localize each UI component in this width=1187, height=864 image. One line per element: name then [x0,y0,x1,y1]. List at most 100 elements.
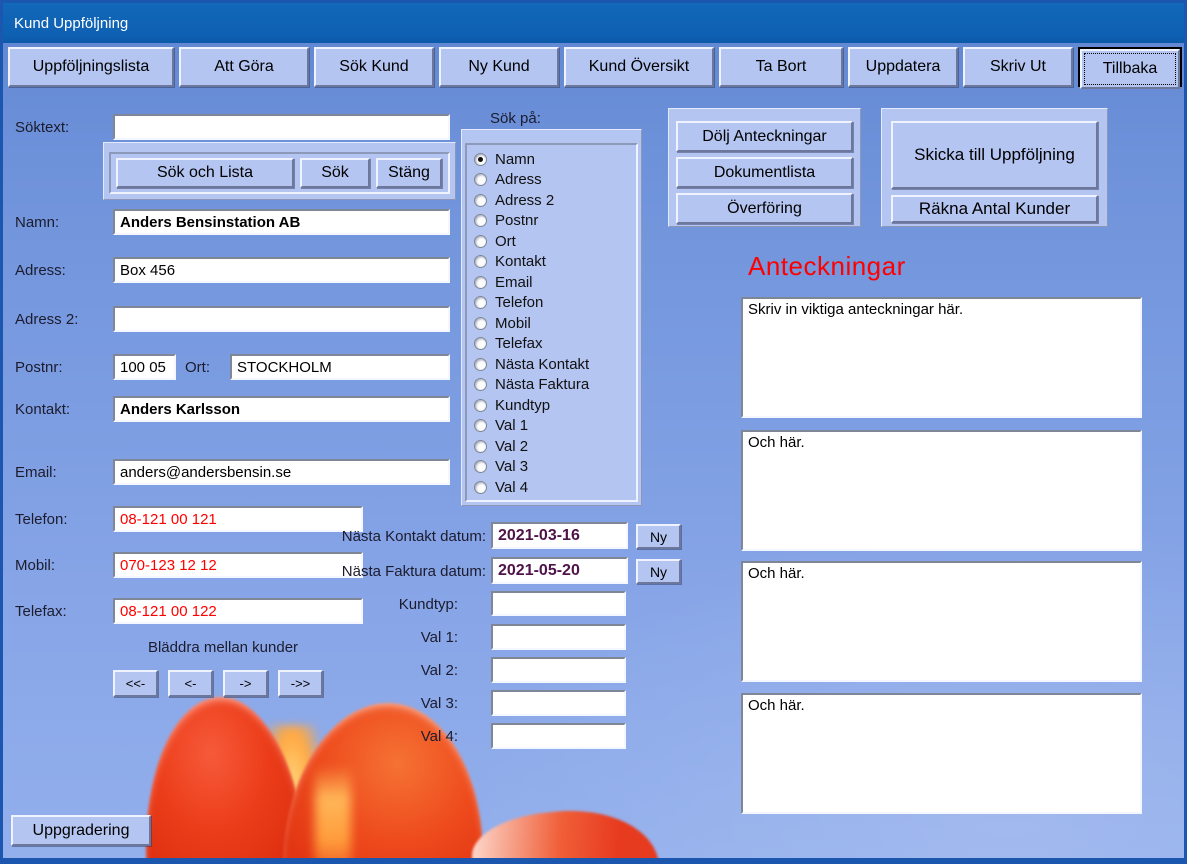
rakna-antal-kunder-button[interactable]: Räkna Antal Kunder [891,195,1098,223]
radio-icon[interactable] [474,358,487,371]
radio-icon[interactable] [474,214,487,227]
nasta-faktura-datum-label: Nästa Faktura datum: [303,563,486,580]
radio-icon[interactable] [474,378,487,391]
search-button-panel: Sök och Lista Sök Stäng [103,142,456,200]
tulip-right-petal [283,698,492,864]
toolbar-button-tillbaka[interactable]: Tillbaka [1080,49,1180,89]
sok-pa-list: Namn Adress Adress 2 Postnr Ort Kontakt … [465,143,638,502]
toolbar: Uppföljningslista Att Göra Sök Kund Ny K… [8,47,1179,87]
radio-icon[interactable] [474,460,487,473]
radio-option-ort[interactable]: Ort [474,231,632,252]
ny-faktura-datum-button[interactable]: Ny [636,559,681,584]
radio-option-kundtyp[interactable]: Kundtyp [474,395,632,416]
radio-option-email[interactable]: Email [474,272,632,293]
telefax-input[interactable] [113,598,363,624]
sok-pa-panel: Namn Adress Adress 2 Postnr Ort Kontakt … [461,129,642,506]
radio-option-nasta-kontakt[interactable]: Nästa Kontakt [474,354,632,375]
sok-och-lista-button[interactable]: Sök och Lista [116,158,294,188]
browse-previous-button[interactable]: <- [168,670,213,697]
adress-label: Adress: [15,262,66,279]
postnr-input[interactable] [113,354,176,380]
soktext-input[interactable] [113,114,450,140]
radio-icon[interactable] [474,276,487,289]
ny-kontakt-datum-button[interactable]: Ny [636,524,681,549]
radio-option-nasta-faktura[interactable]: Nästa Faktura [474,375,632,396]
tulip-left-petal [135,692,307,864]
radio-option-val2[interactable]: Val 2 [474,436,632,457]
radio-option-val3[interactable]: Val 3 [474,457,632,478]
adress2-label: Adress 2: [15,311,78,328]
browse-label: Bläddra mellan kunder [103,639,343,656]
browse-first-button[interactable]: <<- [113,670,158,697]
radio-option-kontakt[interactable]: Kontakt [474,252,632,273]
soktext-label: Söktext: [15,119,69,136]
title-bar: Kund Uppföljning [3,3,1184,43]
radio-option-adress2[interactable]: Adress 2 [474,190,632,211]
browse-last-button[interactable]: ->> [278,670,323,697]
note-textarea-3[interactable]: Och här. [741,561,1142,682]
radio-option-telefon[interactable]: Telefon [474,293,632,314]
val2-label: Val 2: [333,662,458,679]
note-textarea-4[interactable]: Och här. [741,693,1142,814]
radio-icon[interactable] [474,173,487,186]
namn-input[interactable] [113,209,450,235]
skicka-till-uppfoljning-button[interactable]: Skicka till Uppföljning [891,121,1098,189]
kontakt-input[interactable] [113,396,450,422]
toolbar-button-kund-oversikt[interactable]: Kund Översikt [564,47,714,87]
dokumentlista-button[interactable]: Dokumentlista [676,157,853,188]
radio-icon[interactable] [474,481,487,494]
namn-label: Namn: [15,214,59,231]
dolj-anteckningar-button[interactable]: Dölj Anteckningar [676,121,853,152]
email-input[interactable] [113,459,450,485]
kundtyp-label: Kundtyp: [333,596,458,613]
toolbar-button-skriv-ut[interactable]: Skriv Ut [963,47,1073,87]
note-textarea-2[interactable]: Och här. [741,430,1142,551]
radio-icon[interactable] [474,337,487,350]
toolbar-button-uppfoljningslista[interactable]: Uppföljningslista [8,47,174,87]
note-textarea-1[interactable]: Skriv in viktiga anteckningar här. [741,297,1142,418]
toolbar-button-uppdatera[interactable]: Uppdatera [848,47,958,87]
radio-icon[interactable] [474,235,487,248]
overforing-button[interactable]: Överföring [676,193,853,224]
radio-icon[interactable] [474,440,487,453]
window-title: Kund Uppföljning [14,15,128,32]
radio-option-mobil[interactable]: Mobil [474,313,632,334]
radio-option-namn[interactable]: Namn [474,149,632,170]
val3-input[interactable] [491,690,626,716]
ort-label: Ort: [185,359,210,376]
radio-icon[interactable] [474,296,487,309]
sok-button[interactable]: Sök [300,158,370,188]
notes-actions-panel: Dölj Anteckningar Dokumentlista Överföri… [668,108,861,227]
toolbar-button-ny-kund[interactable]: Ny Kund [439,47,559,87]
radio-icon[interactable] [474,419,487,432]
telefax-label: Telefax: [15,603,67,620]
stang-button[interactable]: Stäng [376,158,442,188]
radio-icon[interactable] [474,317,487,330]
nasta-kontakt-datum-input[interactable] [491,522,628,549]
val1-input[interactable] [491,624,626,650]
toolbar-button-ta-bort[interactable]: Ta Bort [719,47,843,87]
adress2-input[interactable] [113,306,450,332]
mobil-label: Mobil: [15,557,55,574]
browse-next-button[interactable]: -> [223,670,268,697]
radio-icon[interactable] [474,153,487,166]
nasta-faktura-datum-input[interactable] [491,557,628,584]
ort-input[interactable] [230,354,450,380]
radio-option-val1[interactable]: Val 1 [474,416,632,437]
adress-input[interactable] [113,257,450,283]
radio-option-postnr[interactable]: Postnr [474,211,632,232]
radio-option-adress[interactable]: Adress [474,170,632,191]
uppgradering-button[interactable]: Uppgradering [11,815,151,846]
val4-input[interactable] [491,723,626,749]
val2-input[interactable] [491,657,626,683]
sok-pa-label: Sök på: [490,110,541,127]
radio-icon[interactable] [474,399,487,412]
kundtyp-input[interactable] [491,591,626,616]
radio-icon[interactable] [474,255,487,268]
radio-icon[interactable] [474,194,487,207]
radio-option-val4[interactable]: Val 4 [474,477,632,498]
toolbar-button-sok-kund[interactable]: Sök Kund [314,47,434,87]
toolbar-button-att-gora[interactable]: Att Göra [179,47,309,87]
radio-option-telefax[interactable]: Telefax [474,334,632,355]
tulip-center-glow [261,725,323,864]
